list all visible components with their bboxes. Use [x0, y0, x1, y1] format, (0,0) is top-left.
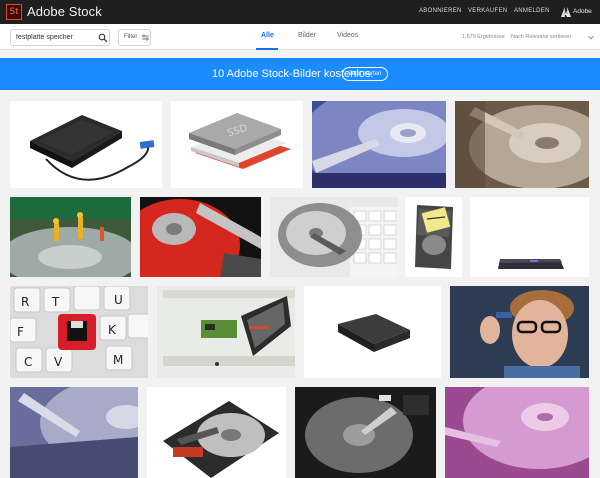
search-toolbar: Filter Alle Bilder Videos 1.579 Ergebnis… — [0, 24, 600, 50]
image-tile-slim-drive[interactable] — [470, 197, 589, 277]
adobe-stock-logo[interactable]: St — [6, 4, 22, 20]
nav-abonnieren[interactable]: ABONNIEREN — [419, 8, 462, 14]
hard-disk-pink-image — [445, 387, 589, 478]
hard-disk-purple-image — [10, 387, 138, 478]
brand-title[interactable]: Adobe Stock — [27, 4, 102, 19]
image-tile-red-platter[interactable] — [140, 197, 261, 277]
image-tile-man-usb[interactable] — [450, 286, 589, 378]
filter-label: Filter — [124, 34, 138, 40]
red-hard-disk-image — [140, 197, 261, 277]
result-count: 1.579 Ergebnisse — [462, 34, 505, 40]
hard-disk-keyboard-image — [270, 197, 398, 277]
image-tile-platter-purple[interactable] — [10, 387, 138, 478]
promo-banner: 10 Adobe Stock-Bilder kostenlos. Jetzt s… — [0, 58, 600, 90]
image-tile-platter-pink[interactable] — [445, 387, 589, 478]
chevron-down-icon[interactable] — [588, 35, 594, 40]
svg-text:U: U — [114, 293, 123, 307]
open-hard-drive-black-image — [295, 387, 436, 478]
tab-bilder[interactable]: Bilder — [298, 32, 316, 39]
image-tile-open-drive-black[interactable] — [295, 387, 436, 478]
top-navigation-bar: St Adobe Stock ABONNIEREN VERKAUFEN ANME… — [0, 0, 600, 24]
adobe-label[interactable]: Adobe — [573, 8, 592, 15]
image-tile-disassembled-drive[interactable] — [157, 286, 295, 378]
search-input[interactable] — [16, 32, 96, 43]
hard-disk-platter-image — [312, 101, 446, 188]
filter-sliders-icon — [142, 34, 149, 41]
svg-text:R: R — [21, 295, 29, 309]
image-tile-disk-keyboard[interactable] — [270, 197, 398, 277]
slim-drive-image — [470, 197, 589, 277]
image-tile-drive-note[interactable] — [405, 197, 462, 277]
svg-text:V: V — [54, 355, 63, 369]
svg-text:F: F — [17, 325, 24, 339]
image-tile-ssd[interactable]: SSD — [171, 101, 303, 188]
hard-disk-sepia-image — [455, 101, 589, 188]
image-tile-open-drive-white[interactable] — [147, 387, 286, 478]
hard-drive-note-image — [405, 197, 462, 277]
search-icon[interactable] — [98, 33, 108, 43]
black-external-drive-image — [304, 286, 441, 378]
image-tile-keyboard-floppy[interactable]: R T U F K C V M — [10, 286, 148, 378]
man-holding-usb-image — [450, 286, 589, 378]
nav-anmelden[interactable]: ANMELDEN — [514, 8, 550, 14]
adobe-logo-icon[interactable] — [561, 7, 571, 17]
miniature-workers-image — [10, 197, 131, 277]
nav-verkaufen[interactable]: VERKAUFEN — [468, 8, 507, 14]
start-now-button[interactable]: Jetzt starten — [342, 67, 388, 81]
image-tile-miniature-workers[interactable] — [10, 197, 131, 277]
filter-button[interactable]: Filter — [118, 29, 151, 46]
external-hard-drive-image — [10, 101, 162, 188]
image-tile-platter-sepia[interactable] — [455, 101, 589, 188]
svg-text:K: K — [108, 323, 117, 337]
svg-text:M: M — [113, 353, 123, 367]
svg-text:C: C — [24, 355, 32, 369]
sort-dropdown[interactable]: Nach Relevanz sortieren — [511, 34, 571, 40]
active-tab-indicator — [256, 48, 278, 50]
open-hard-drive-image — [147, 387, 286, 478]
image-tile-platter-blue[interactable] — [312, 101, 446, 188]
tab-videos[interactable]: Videos — [337, 32, 358, 39]
search-field[interactable] — [10, 29, 110, 46]
tab-alle[interactable]: Alle — [261, 32, 274, 39]
svg-text:T: T — [51, 295, 60, 309]
image-tile-black-drive[interactable] — [304, 286, 441, 378]
image-tile-external-drive[interactable] — [10, 101, 162, 188]
keyboard-floppy-key-image: R T U F K C V M — [10, 286, 148, 378]
ssd-drives-image: SSD — [171, 101, 303, 188]
disassembled-drive-image — [157, 286, 295, 378]
